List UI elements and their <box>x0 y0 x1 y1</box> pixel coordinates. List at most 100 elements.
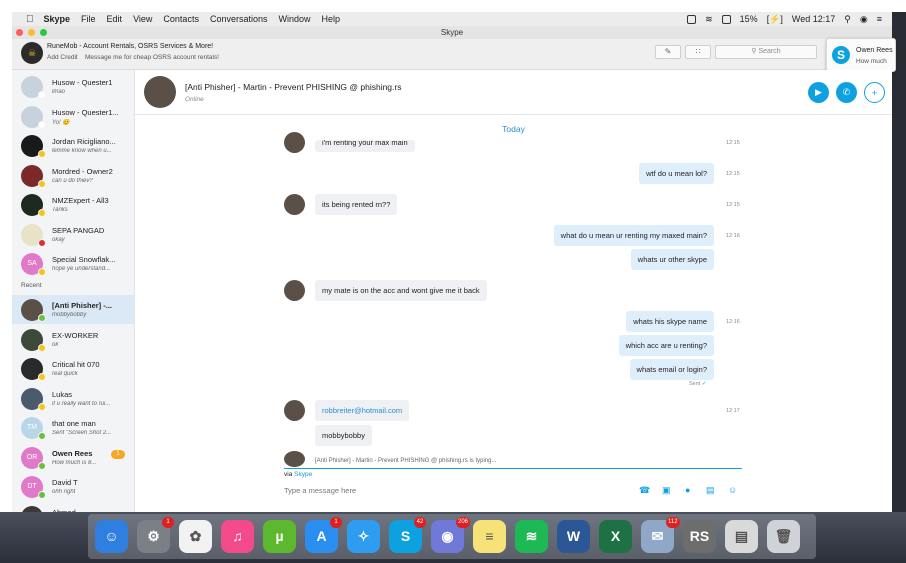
contact-item[interactable]: Ahmed <box>12 502 134 512</box>
desktop-left-edge <box>0 12 12 512</box>
zoom-window-button[interactable] <box>40 29 47 36</box>
presence-status-icon <box>38 91 46 99</box>
apple-icon[interactable]:  <box>26 14 34 25</box>
menu-window[interactable]: Window <box>278 14 310 24</box>
runescape-icon[interactable]: RS <box>683 520 716 553</box>
message-bubble[interactable]: its being rented rn?? <box>315 194 398 215</box>
clock[interactable]: Wed 12:17 <box>792 14 835 24</box>
menu-edit[interactable]: Edit <box>107 14 123 24</box>
audio-call-button[interactable]: ✆ <box>836 82 857 103</box>
message-bubble[interactable]: whats email or login? <box>629 359 714 380</box>
search-input[interactable]: ⚲ Search <box>715 45 817 59</box>
contact-item[interactable]: Lukas if u really want to rui... <box>12 384 134 413</box>
dock-badge: 42 <box>414 517 426 528</box>
via-skype-link[interactable]: Skype <box>294 471 312 478</box>
contact-item[interactable]: Husow - Quester1 lmao <box>12 72 134 101</box>
sender-avatar <box>284 280 305 301</box>
message-bubble[interactable]: whats ur other skype <box>630 249 714 270</box>
contact-name: Lukas <box>52 389 73 399</box>
presence-status-icon <box>38 402 46 411</box>
video-call-button[interactable]: ▶ <box>808 82 829 103</box>
contact-item[interactable]: [Anti Phisher] -... mobbybobby <box>12 295 134 324</box>
contact-item[interactable]: TM that one man Sent "Screen Shot 2... <box>12 413 134 442</box>
presence-status-icon <box>38 343 46 352</box>
contact-name: [Anti Phisher] -... <box>52 301 112 310</box>
battery-percent[interactable]: 15% <box>740 14 758 24</box>
emoticon-icon[interactable]: ☺ <box>728 485 737 495</box>
checkbox-status-icon[interactable] <box>687 14 697 24</box>
message-time: 12:16 <box>726 319 740 325</box>
contact-item[interactable]: EX-WORKER ok <box>12 325 134 354</box>
contact-item[interactable]: Mordred - Owner2 can u do thiev? <box>12 161 134 190</box>
siri-icon[interactable]: ◉ <box>860 14 868 25</box>
conversation-title[interactable]: [Anti Phisher] - Martin - Prevent PHISHI… <box>185 82 401 92</box>
photos-icon[interactable]: ✿ <box>179 520 212 553</box>
contact-last-message: How much is 8... <box>52 459 97 466</box>
send-file-icon[interactable]: ▤ <box>706 485 715 496</box>
documents-icon[interactable]: ▤ <box>725 520 758 553</box>
profile-name[interactable]: RuneMob - Account Rentals, OSRS Services… <box>47 43 213 50</box>
excel-icon[interactable]: X <box>599 520 632 553</box>
message-bubble[interactable]: mobbybobby <box>315 425 372 446</box>
utorrent-icon[interactable]: µ <box>263 520 296 553</box>
contact-name: that one man <box>52 419 96 428</box>
message-bubble[interactable]: i'm renting your max main <box>315 140 415 152</box>
contact-avatar[interactable] <box>144 76 176 108</box>
recent-section-label: Recent <box>21 282 42 289</box>
menu-view[interactable]: View <box>133 14 152 24</box>
trash-icon[interactable]: 🗑 <box>767 520 800 553</box>
minimize-window-button[interactable] <box>28 29 35 36</box>
sender-avatar <box>284 400 305 421</box>
battery-icon[interactable]: [⚡] <box>767 14 783 25</box>
location-icon[interactable]: ● <box>685 485 690 495</box>
profile-avatar[interactable]: ☠ <box>21 42 43 64</box>
message-bubble[interactable]: whats his skype name <box>626 311 714 332</box>
word-icon[interactable]: W <box>557 520 590 553</box>
message-bubble[interactable]: wtf do u mean lol? <box>639 163 714 184</box>
message-bubble[interactable]: my mate is on the acc and wont give me i… <box>315 280 487 301</box>
contact-item[interactable]: SEPA PANGAD okay <box>12 220 134 249</box>
contact-last-message: mobbybobby <box>52 312 87 318</box>
contact-item[interactable]: Husow - Quester1... Yo! 😊 <box>12 102 134 131</box>
presence-status-icon <box>38 150 46 158</box>
contact-last-message: lemme know when u... <box>52 148 112 154</box>
close-window-button[interactable] <box>16 29 23 36</box>
contact-item[interactable]: Critical hit 070 real quick <box>12 354 134 383</box>
screen:  Skype File Edit View Contacts Conversa… <box>0 0 906 563</box>
contact-item[interactable]: SA Special Snowflak... hope ye understand.… <box>12 249 134 278</box>
itunes-icon[interactable]: ♫ <box>221 520 254 553</box>
menu-conversations[interactable]: Conversations <box>210 14 268 24</box>
contact-name: Special Snowflak... <box>52 255 116 264</box>
contact-item[interactable]: Jordan Ricigliano... lemme know when u... <box>12 131 134 160</box>
spotify-icon[interactable]: ≋ <box>515 520 548 553</box>
safari-icon[interactable]: ✧ <box>347 520 380 553</box>
menu-skype[interactable]: Skype <box>44 14 71 24</box>
contact-item[interactable]: NMZExpert - All3 Tanks <box>12 190 134 219</box>
wifi-icon[interactable]: ≋ <box>705 14 713 25</box>
presence-status-icon <box>38 209 46 217</box>
notification-popup[interactable]: S Owen Rees How much <box>826 38 896 72</box>
send-contact-icon[interactable]: ☎ <box>639 485 650 496</box>
notification-title: Owen Rees <box>856 47 893 54</box>
message-bubble[interactable]: what do u mean ur renting my maxed main? <box>553 225 714 246</box>
add-participant-button[interactable]: + <box>864 82 885 103</box>
message-bubble[interactable]: which acc are u renting? <box>618 335 714 356</box>
contact-item[interactable]: OR Owen Rees How much is 8... 1 <box>12 443 134 472</box>
menu-help[interactable]: Help <box>322 14 341 24</box>
video-message-icon[interactable]: ▣ <box>662 485 671 496</box>
airplay-icon[interactable] <box>721 14 731 24</box>
sent-label: Sent <box>689 381 701 387</box>
add-credit-link[interactable]: Add Credit <box>47 54 78 61</box>
contact-item[interactable]: DT David Tohh right <box>12 472 134 501</box>
menu-file[interactable]: File <box>81 14 96 24</box>
message-input[interactable] <box>284 482 624 498</box>
dialpad-button[interactable]: ∷ <box>685 45 711 59</box>
mood-message[interactable]: Message me for cheap OSRS account rental… <box>85 54 219 61</box>
finder-icon[interactable]: ☺ <box>95 520 128 553</box>
notification-center-icon[interactable]: ≡ <box>877 14 882 24</box>
menu-contacts[interactable]: Contacts <box>163 14 199 24</box>
message-bubble[interactable]: robbreiter@hotmail.com <box>315 400 410 421</box>
new-chat-button[interactable]: ✎ <box>655 45 681 59</box>
spotlight-icon[interactable]: ⚲ <box>844 14 851 25</box>
notes-icon[interactable]: ≡ <box>473 520 506 553</box>
